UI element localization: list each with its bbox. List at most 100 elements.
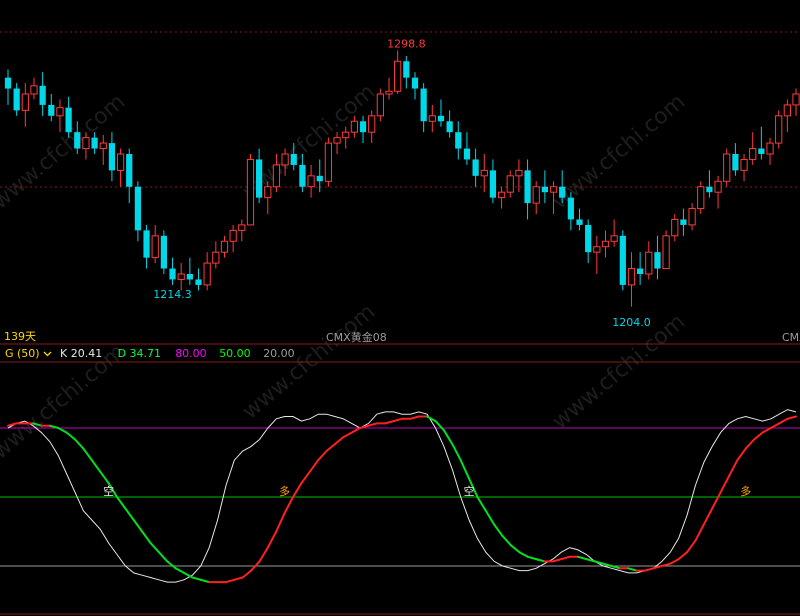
candle-body — [350, 120, 358, 133]
candle-body — [783, 104, 791, 117]
candle-body — [559, 186, 566, 198]
candle-body — [714, 180, 722, 193]
candle-body — [576, 219, 583, 225]
candle-body — [256, 159, 263, 198]
price-annotation: 1214.3 — [153, 288, 192, 301]
candle-body — [30, 85, 38, 95]
candle-body — [368, 115, 376, 133]
signal-marker: 空 — [464, 484, 475, 498]
candle-body — [264, 186, 272, 199]
candle-body — [4, 77, 12, 89]
indicator-readout: K 20.41 — [60, 347, 102, 360]
candle-body — [593, 246, 601, 253]
candle-body — [654, 252, 661, 269]
candle-body — [212, 251, 220, 264]
candle-body — [82, 137, 90, 150]
candle-body — [13, 88, 20, 111]
candle-body — [307, 175, 315, 188]
candle-body — [437, 115, 445, 122]
indicator-readout: 20.00 — [263, 347, 295, 360]
candle-body — [697, 186, 705, 210]
candle-body — [541, 186, 548, 193]
candle-body — [758, 148, 765, 154]
candle-body — [455, 132, 462, 149]
candle-body — [21, 93, 29, 111]
candle-body — [619, 235, 626, 285]
instrument-label: CMX黄金08 — [326, 330, 387, 344]
price-annotation: 1204.0 — [612, 316, 651, 329]
indicator-readout: 50.00 — [219, 347, 251, 360]
candle-body — [627, 268, 636, 286]
candle — [723, 148, 731, 187]
candle-body — [299, 164, 306, 187]
period-label: 139天 — [4, 330, 36, 343]
candle-body — [515, 169, 523, 177]
candle-body — [680, 219, 687, 225]
candle-body — [766, 142, 774, 155]
candle-body — [56, 107, 64, 117]
candle-body — [428, 115, 436, 122]
signal-marker: 多 — [279, 484, 290, 498]
candle-body — [203, 262, 211, 286]
candle — [324, 137, 333, 187]
candle-body — [99, 142, 107, 150]
candle-body — [472, 159, 479, 176]
chart-background — [0, 0, 800, 616]
candle-body — [290, 154, 297, 165]
chart: www.cfchi.com www.cfchi.com www.cfchi.co… — [0, 0, 800, 616]
candle-body — [65, 107, 72, 133]
candle-body — [775, 115, 783, 144]
candle-body — [446, 121, 453, 133]
candle — [662, 230, 670, 270]
candle-body — [463, 148, 471, 160]
candle-body — [229, 229, 237, 242]
candle-body — [91, 137, 98, 149]
candle-body — [281, 153, 289, 166]
indicator-readout: 80.00 — [175, 347, 207, 360]
candle-body — [662, 235, 670, 270]
indicator-label[interactable]: G (50) — [5, 347, 40, 360]
candle-body — [420, 88, 427, 122]
candle-body — [480, 169, 488, 177]
candle — [160, 230, 167, 274]
candle-body — [567, 197, 574, 220]
candle-body — [637, 268, 644, 274]
candle-body — [238, 224, 246, 231]
candle-body — [601, 240, 610, 248]
price-annotation: 1298.8 — [387, 38, 426, 51]
candle-body — [749, 148, 757, 160]
candle-body — [376, 93, 384, 117]
candle-body — [585, 224, 592, 253]
candle-body — [740, 158, 748, 171]
candle-body — [792, 93, 800, 106]
candle-body — [108, 143, 116, 171]
candle-body — [195, 279, 202, 285]
candle-body — [403, 61, 410, 78]
candle-body — [359, 121, 367, 133]
candle-body — [524, 170, 531, 204]
candle-body — [143, 230, 150, 258]
candle-body — [732, 154, 739, 171]
candle-body — [74, 132, 81, 149]
instrument-label-right: CMX — [782, 331, 800, 344]
candle-body — [220, 240, 229, 253]
candle — [775, 110, 783, 149]
candle-body — [645, 251, 653, 275]
candle-body — [186, 274, 193, 280]
candle-body — [532, 186, 540, 204]
indicator-readout: D 34.71 — [118, 347, 161, 360]
candle-body — [506, 175, 514, 193]
candle — [246, 154, 255, 226]
candle-body — [48, 104, 55, 116]
signal-marker: 空 — [103, 484, 114, 498]
candle-body — [160, 235, 167, 269]
candle-body — [411, 77, 419, 89]
candle-body — [671, 218, 679, 237]
candle-body — [549, 186, 558, 193]
candle-body — [316, 175, 323, 182]
candle-body — [489, 170, 497, 198]
candle-body — [39, 85, 46, 105]
candle-body — [497, 191, 506, 199]
candle-body — [126, 154, 133, 187]
candle-body — [610, 235, 618, 242]
